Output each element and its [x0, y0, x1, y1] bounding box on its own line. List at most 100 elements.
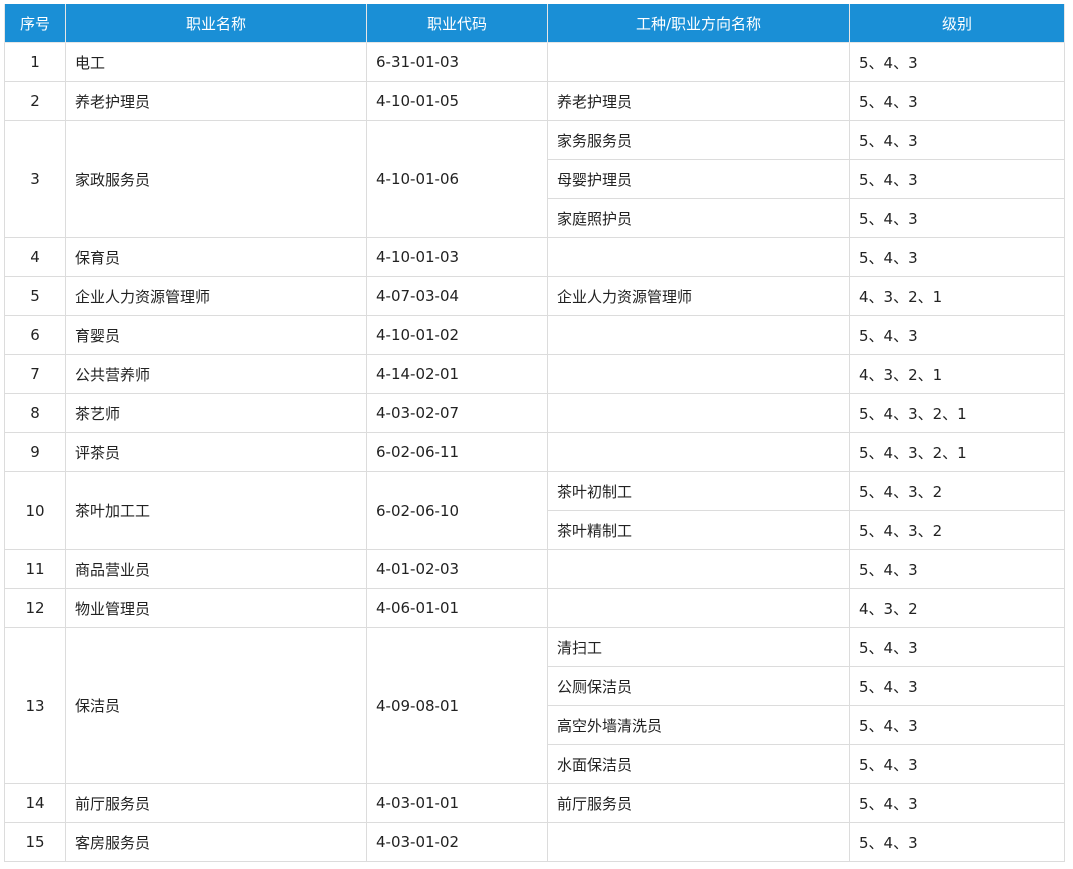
cell-direction-name: 养老护理员	[547, 81, 850, 121]
cell-direction-name	[547, 822, 850, 862]
cell-seq: 2	[4, 81, 66, 121]
cell-occupation-code: 4-01-02-03	[366, 549, 548, 589]
cell-occupation-code: 6-02-06-11	[366, 432, 548, 472]
cell-seq: 15	[4, 822, 66, 862]
cell-level: 5、4、3	[849, 744, 1065, 784]
cell-level: 5、4、3	[849, 237, 1065, 277]
cell-occupation-name: 评茶员	[65, 432, 367, 472]
cell-seq: 6	[4, 315, 66, 355]
cell-occupation-code: 6-31-01-03	[366, 42, 548, 82]
cell-occupation-code: 4-03-01-01	[366, 783, 548, 823]
cell-occupation-name: 物业管理员	[65, 588, 367, 628]
cell-seq: 7	[4, 354, 66, 394]
cell-occupation-code: 4-09-08-01	[366, 627, 548, 784]
cell-occupation-name: 育婴员	[65, 315, 367, 355]
table-row: 1 电工 6-31-01-03 5、4、3	[4, 42, 1065, 82]
table-row: 10 茶叶加工工 6-02-06-10 茶叶初制工 5、4、3、2	[4, 471, 1065, 550]
table-row: 2 养老护理员 4-10-01-05 养老护理员 5、4、3	[4, 81, 1065, 121]
cell-seq: 5	[4, 276, 66, 316]
table-row: 15 客房服务员 4-03-01-02 5、4、3	[4, 822, 1065, 862]
cell-direction-name	[547, 549, 850, 589]
table-row: 9 评茶员 6-02-06-11 5、4、3、2、1	[4, 432, 1065, 472]
header-occupation-name: 职业名称	[65, 4, 367, 43]
table-row: 4 保育员 4-10-01-03 5、4、3	[4, 237, 1065, 277]
cell-direction-name	[547, 42, 850, 82]
cell-direction-name: 茶叶初制工	[547, 471, 850, 511]
cell-seq: 12	[4, 588, 66, 628]
cell-level: 5、4、3	[849, 705, 1065, 745]
cell-occupation-name: 前厅服务员	[65, 783, 367, 823]
cell-level: 4、3、2、1	[849, 354, 1065, 394]
cell-occupation-name: 公共营养师	[65, 354, 367, 394]
occupation-table-container: 序号 职业名称 职业代码 工种/职业方向名称 级别 1 电工 6-31-01-03 5…	[4, 4, 1065, 862]
cell-direction-name	[547, 237, 850, 277]
cell-occupation-name: 客房服务员	[65, 822, 367, 862]
table-body: 1 电工 6-31-01-03 5、4、3 2 养老护理员 4-10-01-05 养老护理员 5…	[4, 42, 1065, 862]
cell-occupation-name: 商品营业员	[65, 549, 367, 589]
cell-level: 5、4、3	[849, 42, 1065, 82]
cell-occupation-code: 4-03-01-02	[366, 822, 548, 862]
cell-occupation-code: 4-06-01-01	[366, 588, 548, 628]
cell-occupation-name: 保洁员	[65, 627, 367, 784]
cell-direction-name: 企业人力资源管理师	[547, 276, 850, 316]
cell-level: 5、4、3、2、1	[849, 432, 1065, 472]
cell-direction-name	[547, 315, 850, 355]
cell-direction-name	[547, 354, 850, 394]
cell-direction-name: 水面保洁员	[547, 744, 850, 784]
table-header: 序号 职业名称 职业代码 工种/职业方向名称 级别	[4, 4, 1065, 43]
cell-level: 5、4、3	[849, 120, 1065, 160]
cell-seq: 9	[4, 432, 66, 472]
cell-direction-name: 公厕保洁员	[547, 666, 850, 706]
cell-occupation-code: 6-02-06-10	[366, 471, 548, 550]
cell-occupation-code: 4-10-01-03	[366, 237, 548, 277]
table-row: 13 保洁员 4-09-08-01 清扫工 5、4、3	[4, 627, 1065, 784]
occupation-table: 序号 职业名称 职业代码 工种/职业方向名称 级别 1 电工 6-31-01-03 5…	[4, 4, 1065, 862]
cell-direction-name: 清扫工	[547, 627, 850, 667]
cell-direction-name: 高空外墙清洗员	[547, 705, 850, 745]
cell-level: 5、4、3	[849, 198, 1065, 238]
cell-seq: 4	[4, 237, 66, 277]
table-row: 12 物业管理员 4-06-01-01 4、3、2	[4, 588, 1065, 628]
header-level: 级别	[849, 4, 1065, 43]
table-row: 8 茶艺师 4-03-02-07 5、4、3、2、1	[4, 393, 1065, 433]
cell-direction-name: 家务服务员	[547, 120, 850, 160]
cell-direction-name: 前厅服务员	[547, 783, 850, 823]
header-direction-name: 工种/职业方向名称	[547, 4, 850, 43]
cell-occupation-code: 4-10-01-06	[366, 120, 548, 238]
cell-seq: 11	[4, 549, 66, 589]
cell-level: 5、4、3	[849, 549, 1065, 589]
table-row: 3 家政服务员 4-10-01-06 家务服务员 5、4、3	[4, 120, 1065, 238]
table-row: 11 商品营业员 4-01-02-03 5、4、3	[4, 549, 1065, 589]
cell-seq: 3	[4, 120, 66, 238]
cell-seq: 14	[4, 783, 66, 823]
header-seq: 序号	[4, 4, 66, 43]
cell-direction-name	[547, 393, 850, 433]
table-row: 5 企业人力资源管理师 4-07-03-04 企业人力资源管理师 4、3、2、1	[4, 276, 1065, 316]
cell-occupation-name: 电工	[65, 42, 367, 82]
cell-seq: 10	[4, 471, 66, 550]
cell-level: 5、4、3	[849, 822, 1065, 862]
cell-level: 5、4、3、2、1	[849, 393, 1065, 433]
cell-level: 5、4、3	[849, 315, 1065, 355]
cell-direction-name: 母婴护理员	[547, 159, 850, 199]
cell-seq: 1	[4, 42, 66, 82]
cell-occupation-name: 茶叶加工工	[65, 471, 367, 550]
cell-seq: 8	[4, 393, 66, 433]
table-row: 14 前厅服务员 4-03-01-01 前厅服务员 5、4、3	[4, 783, 1065, 823]
header-row: 序号 职业名称 职业代码 工种/职业方向名称 级别	[4, 4, 1065, 43]
cell-level: 5、4、3、2	[849, 471, 1065, 511]
cell-level: 5、4、3	[849, 159, 1065, 199]
header-occupation-code: 职业代码	[366, 4, 548, 43]
cell-occupation-name: 养老护理员	[65, 81, 367, 121]
cell-direction-name	[547, 432, 850, 472]
cell-level: 5、4、3	[849, 666, 1065, 706]
cell-direction-name: 茶叶精制工	[547, 510, 850, 550]
cell-occupation-code: 4-10-01-02	[366, 315, 548, 355]
cell-direction-name	[547, 588, 850, 628]
cell-occupation-code: 4-07-03-04	[366, 276, 548, 316]
cell-occupation-name: 保育员	[65, 237, 367, 277]
cell-occupation-name: 茶艺师	[65, 393, 367, 433]
cell-seq: 13	[4, 627, 66, 784]
cell-occupation-code: 4-03-02-07	[366, 393, 548, 433]
cell-occupation-name: 家政服务员	[65, 120, 367, 238]
